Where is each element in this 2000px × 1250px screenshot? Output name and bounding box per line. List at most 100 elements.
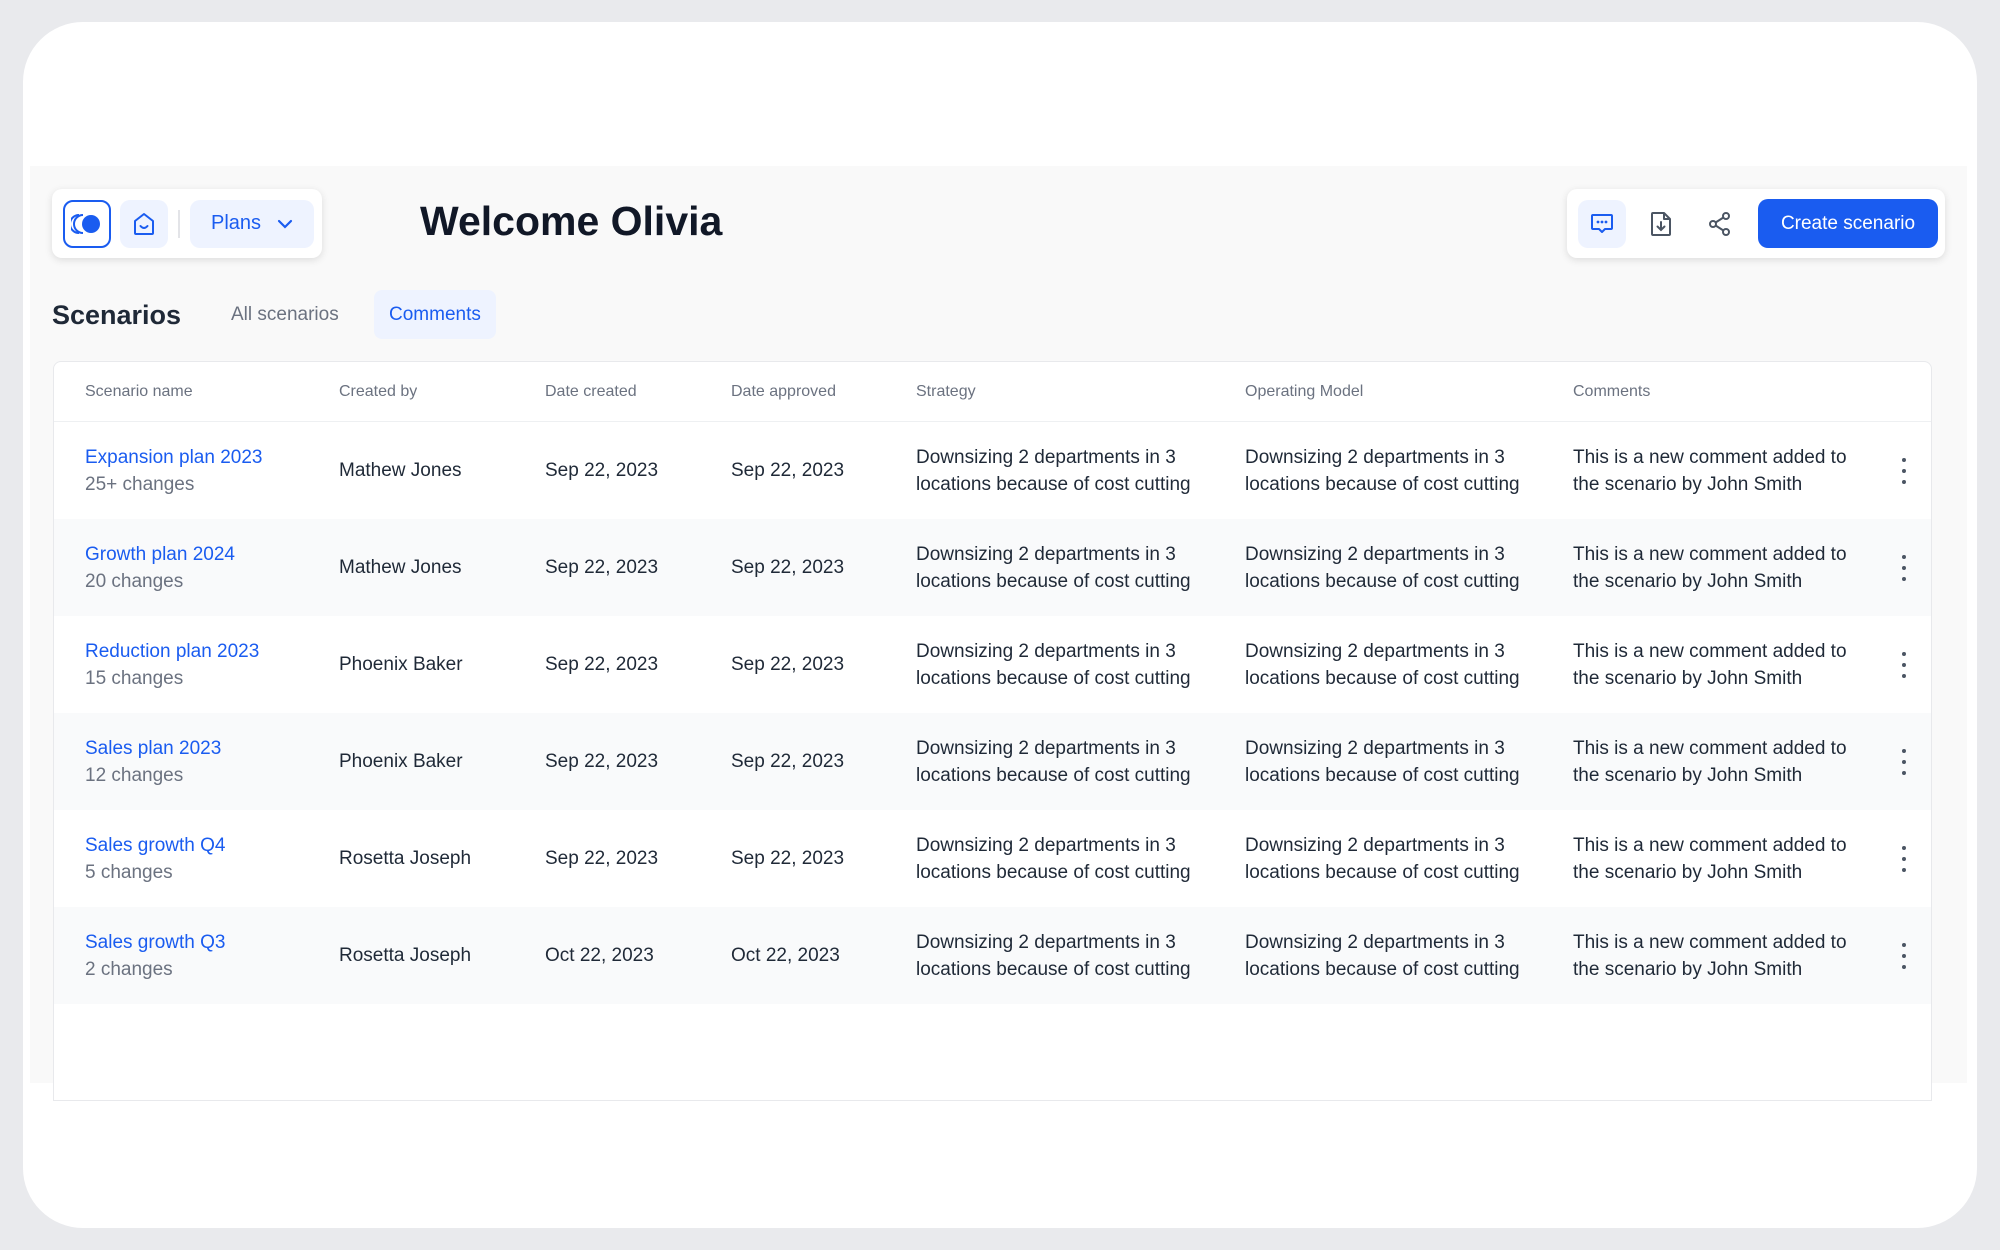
action-toolbar: Create scenario bbox=[1567, 189, 1945, 258]
chevron-down-icon bbox=[277, 219, 293, 229]
home-button[interactable] bbox=[120, 199, 168, 248]
scenario-name-link[interactable]: Sales plan 2023 bbox=[85, 735, 325, 762]
comment-icon bbox=[1591, 213, 1613, 233]
download-button[interactable] bbox=[1637, 200, 1685, 248]
more-options-icon[interactable] bbox=[1894, 652, 1914, 678]
window-frame: Plans Welcome Olivia Create scenario Sce… bbox=[23, 22, 1977, 1228]
date-approved: Oct 22, 2023 bbox=[731, 945, 840, 966]
date-created: Sep 22, 2023 bbox=[545, 557, 659, 578]
column-header[interactable]: Strategy bbox=[916, 362, 976, 421]
more-options-icon[interactable] bbox=[1894, 943, 1914, 969]
tab-comments[interactable]: Comments bbox=[374, 290, 496, 339]
more-options-icon[interactable] bbox=[1894, 458, 1914, 484]
strategy-line: Downsizing 2 departments in 3 bbox=[916, 834, 1176, 856]
logo-button[interactable] bbox=[63, 199, 111, 248]
comment-line: This is a new comment added to bbox=[1573, 931, 1847, 953]
more-options-icon[interactable] bbox=[1894, 846, 1914, 872]
home-icon bbox=[134, 212, 154, 235]
comments-button[interactable] bbox=[1578, 199, 1626, 248]
comment-line: This is a new comment added to bbox=[1573, 737, 1847, 759]
comment-line: This is a new comment added to bbox=[1573, 543, 1847, 565]
strategy-line: locations because of cost cutting bbox=[916, 570, 1191, 592]
changes-count: 12 changes bbox=[85, 764, 184, 786]
strategy-line: Downsizing 2 departments in 3 bbox=[916, 931, 1176, 953]
strategy-line: locations because of cost cutting bbox=[916, 861, 1191, 883]
operating-model-line: Downsizing 2 departments in 3 bbox=[1245, 446, 1505, 468]
table-row[interactable]: Sales growth Q3 2 changes Rosetta Joseph … bbox=[54, 907, 1931, 1004]
scenarios-table: Scenario name Created by Date created Da… bbox=[53, 361, 1932, 1101]
strategy-line: locations because of cost cutting bbox=[916, 958, 1191, 980]
changes-count: 20 changes bbox=[85, 570, 184, 592]
scenario-name-link[interactable]: Growth plan 2024 bbox=[85, 541, 325, 568]
strategy-line: Downsizing 2 departments in 3 bbox=[916, 446, 1176, 468]
operating-model-line: locations because of cost cutting bbox=[1245, 570, 1520, 592]
share-button[interactable] bbox=[1696, 200, 1744, 248]
scenario-name-link[interactable]: Expansion plan 2023 bbox=[85, 444, 325, 471]
date-approved: Sep 22, 2023 bbox=[731, 460, 845, 481]
logo-icon bbox=[71, 213, 100, 234]
table-row[interactable]: Expansion plan 2023 25+ changes Mathew Jo… bbox=[54, 422, 1931, 519]
plans-dropdown[interactable]: Plans bbox=[190, 199, 314, 248]
comment-line: the scenario by John Smith bbox=[1573, 764, 1803, 786]
strategy-line: locations because of cost cutting bbox=[916, 764, 1191, 786]
changes-count: 15 changes bbox=[85, 667, 184, 689]
plans-label: Plans bbox=[210, 212, 262, 234]
date-approved: Sep 22, 2023 bbox=[731, 848, 845, 869]
changes-count: 5 changes bbox=[85, 861, 173, 883]
column-header[interactable]: Date approved bbox=[731, 362, 836, 421]
comment-line: the scenario by John Smith bbox=[1573, 667, 1803, 689]
changes-count: 25+ changes bbox=[85, 473, 195, 495]
column-header[interactable]: Scenario name bbox=[85, 362, 193, 421]
operating-model-line: Downsizing 2 departments in 3 bbox=[1245, 640, 1505, 662]
comment-line: the scenario by John Smith bbox=[1573, 861, 1803, 883]
operating-model-line: Downsizing 2 departments in 3 bbox=[1245, 543, 1505, 565]
operating-model-line: locations because of cost cutting bbox=[1245, 861, 1520, 883]
comment-line: the scenario by John Smith bbox=[1573, 570, 1803, 592]
scenario-name-link[interactable]: Sales growth Q3 bbox=[85, 929, 325, 956]
column-header[interactable]: Comments bbox=[1573, 362, 1650, 421]
operating-model-line: locations because of cost cutting bbox=[1245, 764, 1520, 786]
more-options-icon[interactable] bbox=[1894, 749, 1914, 775]
date-created: Sep 22, 2023 bbox=[545, 848, 659, 869]
created-by: Rosetta Joseph bbox=[339, 848, 472, 869]
section-title: Scenarios bbox=[52, 300, 182, 330]
comment-line: This is a new comment added to bbox=[1573, 834, 1847, 856]
operating-model-line: Downsizing 2 departments in 3 bbox=[1245, 737, 1505, 759]
created-by: Phoenix Baker bbox=[339, 654, 463, 675]
created-by: Mathew Jones bbox=[339, 460, 462, 481]
column-header[interactable]: Operating Model bbox=[1245, 362, 1363, 421]
nav-toolbar: Plans bbox=[52, 189, 322, 258]
comment-line: This is a new comment added to bbox=[1573, 446, 1847, 468]
app: Plans Welcome Olivia Create scenario Sce… bbox=[30, 166, 1967, 1101]
date-approved: Sep 22, 2023 bbox=[731, 751, 845, 772]
table-row[interactable]: Sales growth Q4 5 changes Rosetta Joseph … bbox=[54, 810, 1931, 907]
strategy-line: Downsizing 2 departments in 3 bbox=[916, 640, 1176, 662]
changes-count: 2 changes bbox=[85, 958, 173, 980]
column-header[interactable]: Date created bbox=[545, 362, 637, 421]
strategy-line: locations because of cost cutting bbox=[916, 667, 1191, 689]
date-created: Sep 22, 2023 bbox=[545, 654, 659, 675]
created-by: Rosetta Joseph bbox=[339, 945, 472, 966]
table-header: Scenario name Created by Date created Da… bbox=[54, 362, 1931, 422]
date-created: Sep 22, 2023 bbox=[545, 751, 659, 772]
create-scenario-button[interactable]: Create scenario bbox=[1758, 199, 1938, 248]
operating-model-line: Downsizing 2 departments in 3 bbox=[1245, 931, 1505, 953]
strategy-line: Downsizing 2 departments in 3 bbox=[916, 543, 1176, 565]
table-row[interactable]: Reduction plan 2023 15 changes Phoenix Ba… bbox=[54, 616, 1931, 713]
date-approved: Sep 22, 2023 bbox=[731, 654, 845, 675]
strategy-line: locations because of cost cutting bbox=[916, 473, 1191, 495]
created-by: Mathew Jones bbox=[339, 557, 462, 578]
comment-line: the scenario by John Smith bbox=[1573, 473, 1803, 495]
comment-line: This is a new comment added to bbox=[1573, 640, 1847, 662]
more-options-icon[interactable] bbox=[1894, 555, 1914, 581]
operating-model-line: locations because of cost cutting bbox=[1245, 473, 1520, 495]
scenario-name-link[interactable]: Reduction plan 2023 bbox=[85, 638, 325, 665]
tab-all-scenarios[interactable]: All scenarios bbox=[216, 290, 354, 339]
date-created: Sep 22, 2023 bbox=[545, 460, 659, 481]
divider bbox=[178, 209, 180, 238]
table-row[interactable]: Sales plan 2023 12 changes Phoenix Baker … bbox=[54, 713, 1931, 810]
operating-model-line: locations because of cost cutting bbox=[1245, 958, 1520, 980]
column-header[interactable]: Created by bbox=[339, 362, 417, 421]
scenario-name-link[interactable]: Sales growth Q4 bbox=[85, 832, 325, 859]
table-row[interactable]: Growth plan 2024 20 changes Mathew Jones … bbox=[54, 519, 1931, 616]
